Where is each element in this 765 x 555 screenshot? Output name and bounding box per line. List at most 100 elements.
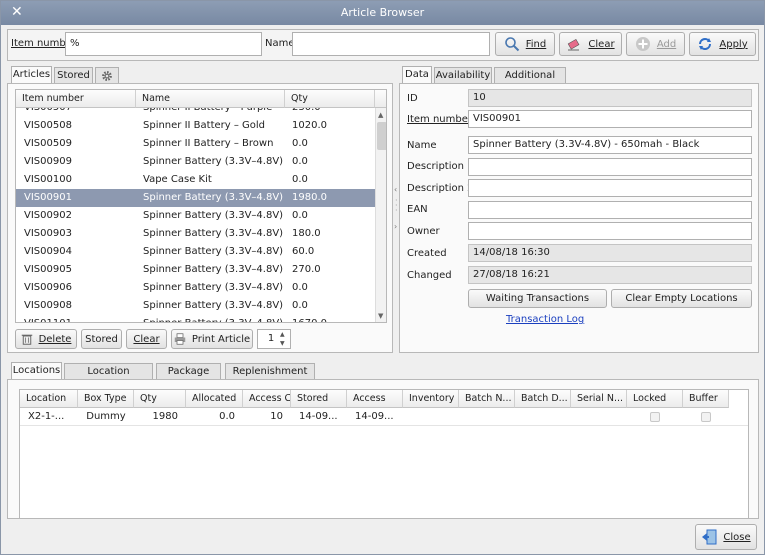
article-row[interactable]: VIS00901 Spinner Battery (3.3V–4.8V) ... 1…	[16, 189, 375, 207]
col-access[interactable]: Access	[347, 390, 403, 408]
tab-availability[interactable]: Availability	[434, 67, 492, 84]
article-row[interactable]: VIS00509 Spinner II Battery – Brown 0.0	[16, 135, 375, 153]
tab-articles[interactable]: Articles	[11, 66, 52, 84]
col-access-count[interactable]: Access C...	[243, 390, 291, 408]
description-field[interactable]	[468, 158, 752, 176]
cell-item-number: VIS00903	[24, 228, 72, 239]
cell-item-number: VIS00904	[24, 246, 72, 257]
print-article-button[interactable]: Print Article	[171, 329, 253, 349]
col-locked[interactable]: Locked	[627, 390, 683, 408]
col-allocated[interactable]: Allocated	[186, 390, 243, 408]
col-batch-number[interactable]: Batch N...	[459, 390, 515, 408]
articles-scrollbar[interactable]: ▲ ▼	[375, 108, 386, 322]
scroll-down-icon[interactable]: ▼	[378, 312, 383, 320]
col-location[interactable]: Location	[20, 390, 78, 408]
article-row[interactable]: VIS01101 Spinner Battery (3.3V–4.8V) ... 1…	[16, 315, 375, 322]
col-name[interactable]: Name	[136, 90, 285, 108]
scroll-up-icon[interactable]: ▲	[378, 111, 383, 119]
cell-name: Spinner Battery (3.3V–4.8V) ...	[143, 210, 283, 221]
transaction-log-link[interactable]: Transaction Log	[506, 314, 584, 325]
cell-item-number: VIS00909	[24, 156, 72, 167]
stored-button[interactable]: Stored	[81, 329, 122, 349]
item-number-input[interactable]: %	[65, 32, 262, 56]
col-qty[interactable]: Qty	[134, 390, 186, 408]
owner-label: Owner	[407, 226, 440, 237]
waiting-transactions-button[interactable]: Waiting Transactions	[468, 289, 607, 308]
col-box-type[interactable]: Box Type	[78, 390, 134, 408]
delete-label: Delete	[38, 333, 72, 345]
owner-field[interactable]	[468, 222, 752, 240]
item-number-detail-label: Item number	[407, 114, 472, 125]
close-window-icon[interactable]: ✕	[11, 1, 23, 24]
cell-item-number: VIS00509	[24, 138, 72, 149]
splitter-left-icon[interactable]: ‹	[394, 185, 397, 194]
tab-stored[interactable]: Stored	[54, 67, 93, 84]
article-row[interactable]: VIS00903 Spinner Battery (3.3V–4.8V) ... 1…	[16, 225, 375, 243]
close-button[interactable]: Close	[695, 524, 757, 550]
cell-qty: 0.0	[292, 174, 308, 185]
col-item-number[interactable]: Item number	[16, 90, 136, 108]
tab-locations[interactable]: Locations	[11, 362, 62, 380]
splitter-right-icon[interactable]: ›	[394, 222, 397, 231]
locked-checkbox[interactable]	[650, 412, 660, 422]
tab-package-sizes[interactable]: Package Sizes	[156, 363, 221, 393]
tab-additional-data[interactable]: Additional data	[494, 67, 566, 97]
cell-qty: 0.0	[292, 210, 308, 221]
article-row[interactable]: VIS00909 Spinner Battery (3.3V–4.8V) ... 0…	[16, 153, 375, 171]
cell-name: Vape Case Kit	[143, 174, 212, 185]
apply-button[interactable]: Apply	[689, 32, 756, 56]
article-row[interactable]: VIS00904 Spinner Battery (3.3V–4.8V) ... 6…	[16, 243, 375, 261]
apply-label: Apply	[719, 38, 748, 50]
articles-table: Item number Name Qty VIS00507 Spinner II …	[15, 89, 387, 323]
col-inventory[interactable]: Inventory	[403, 390, 459, 408]
clear-empty-locations-button[interactable]: Clear Empty Locations	[611, 289, 752, 308]
article-row[interactable]: VIS00906 Spinner Battery (3.3V–4.8V) ... 0…	[16, 279, 375, 297]
articles-rows: VIS00507 Spinner II Battery - Purple 230.0…	[16, 108, 375, 322]
find-button[interactable]: Find	[495, 32, 555, 56]
tab-settings[interactable]	[95, 67, 119, 84]
delete-button[interactable]: Delete	[15, 329, 77, 349]
name-input[interactable]	[292, 32, 490, 56]
col-batch-date[interactable]: Batch D...	[515, 390, 571, 408]
copies-spinner[interactable]: 1	[257, 329, 291, 349]
description2-field[interactable]	[468, 179, 752, 197]
cell-qty: 60.0	[292, 246, 315, 257]
location-row[interactable]: X2-1-... Dummy 1980 0.0 10 14-09... 14-09...	[20, 408, 748, 426]
article-row[interactable]: VIS00100 Vape Case Kit 0.0	[16, 171, 375, 189]
splitter-grip-icon[interactable]: · · ·	[395, 197, 398, 215]
print-article-label: Print Article	[191, 333, 251, 345]
tab-replenishment-data[interactable]: Replenishment Data	[225, 363, 315, 393]
article-row[interactable]: VIS00902 Spinner Battery (3.3V–4.8V) ... 0…	[16, 207, 375, 225]
item-number-detail-field[interactable]: VIS00901	[468, 110, 752, 128]
article-row[interactable]: VIS00507 Spinner II Battery - Purple 230.0	[16, 108, 375, 117]
cell-item-number: VIS00906	[24, 282, 72, 293]
magnifier-icon	[504, 37, 519, 52]
cell-qty: 1980.0	[292, 192, 327, 203]
col-serial-number[interactable]: Serial N...	[571, 390, 627, 408]
created-label: Created	[407, 248, 447, 259]
clear-article-button[interactable]: Clear	[126, 329, 167, 349]
find-label: Find	[525, 38, 547, 50]
col-stored[interactable]: Stored	[291, 390, 347, 408]
cell-access: 14-09...	[355, 411, 394, 422]
cell-name: Spinner II Battery – Gold	[143, 120, 266, 131]
article-row[interactable]: VIS00905 Spinner Battery (3.3V–4.8V) ... 2…	[16, 261, 375, 279]
ean-label: EAN	[407, 204, 428, 215]
col-buffer[interactable]: Buffer	[683, 390, 729, 408]
cell-name: Spinner Battery (3.3V–4.8V) ...	[143, 192, 283, 203]
spinner-arrows-icon[interactable]: ▲ ▼	[280, 330, 285, 348]
ean-field[interactable]	[468, 201, 752, 219]
locations-table: LocationBox TypeQtyAllocatedAccess C...S…	[19, 389, 749, 519]
cell-qty: 1980	[152, 411, 178, 422]
tab-data[interactable]: Data	[402, 66, 432, 84]
add-button[interactable]: Add	[626, 32, 685, 56]
article-row[interactable]: VIS00908 Spinner Battery (3.3V–4.8V) ... 0…	[16, 297, 375, 315]
name-detail-field[interactable]: Spinner Battery (3.3V-4.8V) - 650mah - B…	[468, 136, 752, 154]
scrollbar-thumb[interactable]	[377, 122, 386, 150]
col-qty[interactable]: Qty	[285, 90, 375, 108]
exit-door-icon	[702, 529, 717, 545]
buffer-checkbox[interactable]	[701, 412, 711, 422]
clear-search-button[interactable]: Clear	[559, 32, 622, 56]
tab-location-quantities[interactable]: Location Quantities	[64, 363, 153, 393]
article-row[interactable]: VIS00508 Spinner II Battery – Gold 1020.0	[16, 117, 375, 135]
